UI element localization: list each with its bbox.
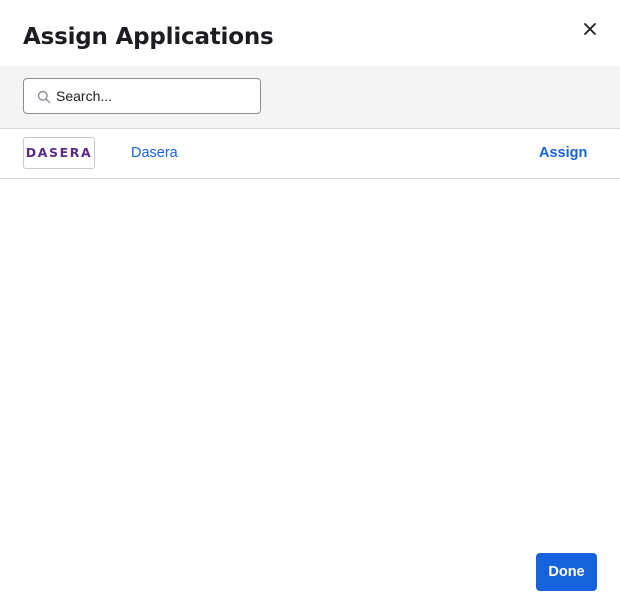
search-icon: [37, 90, 51, 104]
dialog-header: Assign Applications: [0, 0, 620, 66]
assign-button[interactable]: Assign: [539, 144, 587, 162]
app-name-link[interactable]: Dasera: [131, 144, 178, 162]
done-button[interactable]: Done: [536, 553, 597, 591]
assign-applications-dialog: Assign Applications DASERA Dasera Assign…: [0, 0, 620, 613]
app-logo-text: DASERA: [25, 144, 93, 160]
search-input[interactable]: [56, 79, 256, 113]
dialog-title: Assign Applications: [23, 24, 274, 50]
search-box[interactable]: [23, 78, 261, 114]
app-logo: DASERA: [23, 137, 95, 169]
application-row: DASERA Dasera Assign: [0, 129, 620, 179]
close-button[interactable]: [580, 19, 600, 39]
search-toolbar: [0, 66, 620, 129]
close-icon: [584, 23, 596, 35]
